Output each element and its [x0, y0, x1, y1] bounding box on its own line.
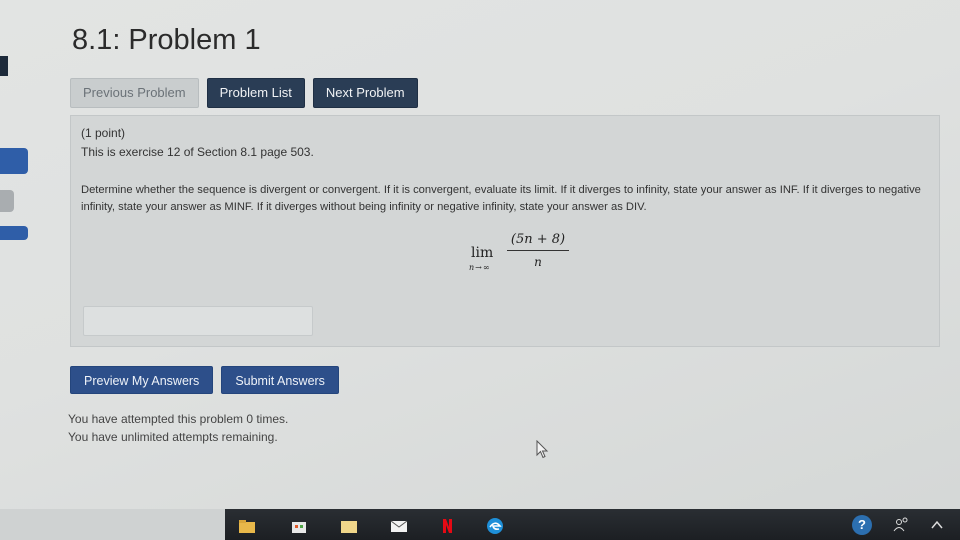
- sidebar-marker: [0, 56, 8, 76]
- limit-subscript: n→∞: [469, 263, 491, 272]
- exercise-reference: This is exercise 12 of Section 8.1 page …: [81, 145, 314, 159]
- fraction-denominator: n: [534, 255, 542, 269]
- page-title: 8.1: Problem 1: [72, 24, 261, 56]
- next-problem-button[interactable]: Next Problem: [312, 78, 418, 108]
- screen: 8.1: Problem 1 Previous Problem Problem …: [0, 0, 960, 540]
- answer-actions: Preview My Answers Submit Answers: [70, 366, 339, 394]
- store-icon[interactable]: [290, 517, 308, 535]
- mail-icon[interactable]: [390, 517, 408, 535]
- help-icon[interactable]: ?: [852, 515, 872, 535]
- limit-operator: lim: [471, 245, 494, 261]
- attempts-info: You have attempted this problem 0 times.…: [68, 410, 288, 446]
- problem-nav: Previous Problem Problem List Next Probl…: [70, 78, 418, 108]
- problem-question: Determine whether the sequence is diverg…: [81, 184, 921, 213]
- fraction-numerator: (5n + 8): [507, 232, 569, 251]
- limit-expression: lim n→∞ (5n + 8) n: [469, 232, 581, 272]
- folder-icon[interactable]: [340, 517, 358, 535]
- taskbar-search-area[interactable]: [0, 509, 225, 540]
- answer-input[interactable]: [83, 306, 313, 336]
- edge-icon[interactable]: [486, 517, 504, 535]
- problem-panel: (1 point) This is exercise 12 of Section…: [70, 115, 940, 347]
- sidebar-tab-3[interactable]: [0, 226, 28, 240]
- previous-problem-button[interactable]: Previous Problem: [70, 78, 199, 108]
- netflix-icon[interactable]: [438, 517, 456, 535]
- taskbar: ?: [0, 509, 960, 540]
- sidebar-tab-1[interactable]: [0, 148, 28, 174]
- submit-answers-button[interactable]: Submit Answers: [221, 366, 339, 394]
- fraction: (5n + 8) n: [507, 232, 569, 269]
- attempts-count: You have attempted this problem 0 times.: [68, 412, 289, 426]
- people-icon[interactable]: [892, 516, 910, 534]
- problem-points: (1 point): [81, 126, 126, 140]
- chevron-up-icon[interactable]: [928, 516, 946, 534]
- sidebar-tab-2[interactable]: [0, 190, 14, 212]
- problem-list-button[interactable]: Problem List: [206, 78, 305, 108]
- preview-answers-button[interactable]: Preview My Answers: [70, 366, 214, 394]
- attempts-remaining: You have unlimited attempts remaining.: [68, 430, 278, 444]
- file-explorer-icon[interactable]: [238, 517, 256, 535]
- mouse-pointer-icon: [536, 440, 549, 459]
